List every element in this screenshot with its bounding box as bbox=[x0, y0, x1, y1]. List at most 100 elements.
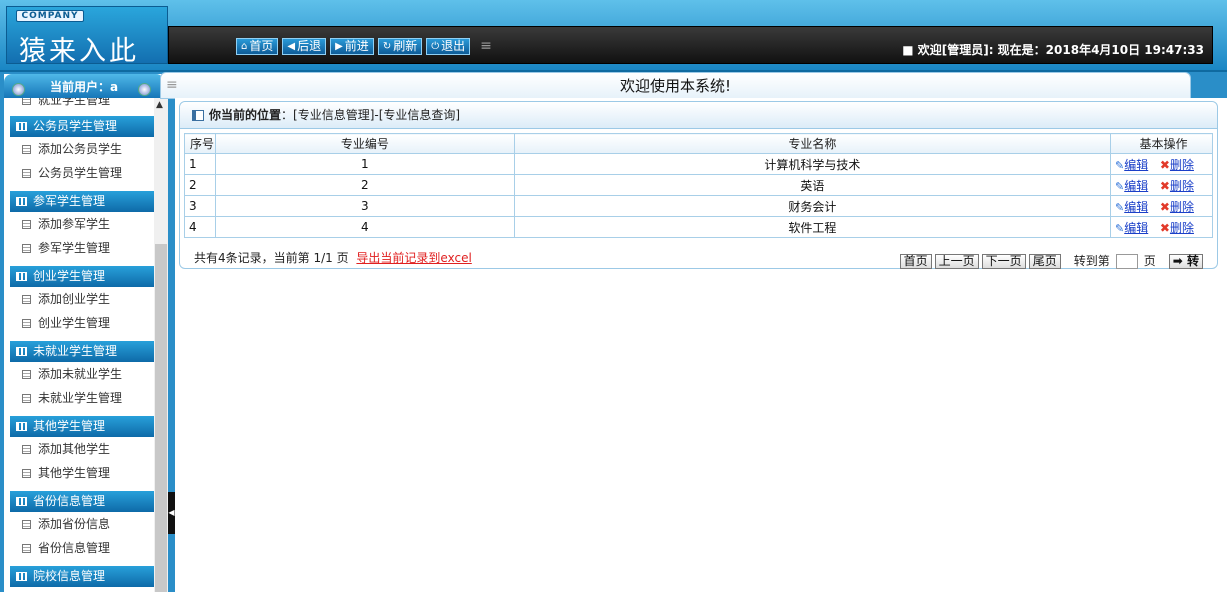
menu-item-label: 公务员学生管理 bbox=[38, 166, 123, 180]
page-icon bbox=[22, 98, 31, 105]
group-icon bbox=[16, 347, 27, 356]
scrollbar-thumb[interactable] bbox=[155, 244, 167, 592]
collapse-sidebar-toggle[interactable]: ◀ bbox=[168, 492, 175, 534]
page-icon bbox=[22, 520, 31, 529]
group-title: 公务员学生管理 bbox=[33, 119, 118, 133]
menu-group-other[interactable]: 其他学生管理 bbox=[10, 416, 156, 437]
delete-x-icon: ✖ bbox=[1159, 220, 1170, 235]
home-button[interactable]: ⌂ 首页 bbox=[236, 38, 279, 55]
cell-code: 1 bbox=[214, 153, 515, 175]
menu-group-unemployed[interactable]: 未就业学生管理 bbox=[10, 341, 156, 362]
prev-page-button[interactable]: 上一页 bbox=[934, 253, 979, 269]
menu-item-add-startup[interactable]: 添加创业学生 bbox=[10, 287, 156, 311]
menu-item-employed-manage[interactable]: 就业学生管理 bbox=[10, 98, 156, 110]
table-row: 1 1 计算机科学与技术 ✎编辑 ✖删除 bbox=[184, 153, 1213, 175]
scroll-up-icon[interactable]: ▲ bbox=[156, 100, 163, 110]
cell-name: 计算机科学与技术 bbox=[513, 153, 1112, 175]
edit-link[interactable]: 编辑 bbox=[1124, 179, 1148, 193]
logout-button[interactable]: ⏻ 退出 bbox=[426, 38, 471, 55]
menu-item-province-manage[interactable]: 省份信息管理 bbox=[10, 536, 156, 560]
col-header-name: 专业名称 bbox=[513, 133, 1112, 154]
goto-page-input[interactable] bbox=[1115, 253, 1138, 269]
menu-group-college[interactable]: 院校信息管理 bbox=[10, 566, 156, 587]
location-icon bbox=[192, 110, 204, 121]
menu-scroll-area[interactable]: 就业学生管理 公务员学生管理 添加公务员学生 公务员学生管理 参军学生管理 添加… bbox=[10, 98, 156, 592]
goto-button-label: 转 bbox=[1186, 253, 1199, 268]
delete-link[interactable]: 删除 bbox=[1170, 200, 1194, 214]
delete-link[interactable]: 删除 bbox=[1170, 179, 1194, 193]
edit-link[interactable]: 编辑 bbox=[1124, 221, 1148, 235]
delete-x-icon: ✖ bbox=[1159, 178, 1170, 193]
menu-item-military-manage[interactable]: 参军学生管理 bbox=[10, 236, 156, 260]
menu-item-add-unemployed[interactable]: 添加未就业学生 bbox=[10, 362, 156, 386]
menu-item-label: 添加未就业学生 bbox=[38, 367, 123, 381]
logout-label: 退出 bbox=[441, 39, 466, 53]
arrow-right-icon: ▶ bbox=[335, 41, 343, 52]
toolbar-grip-icon: ≡ bbox=[480, 38, 492, 54]
first-page-button[interactable]: 首页 bbox=[899, 253, 932, 269]
menu-group-military[interactable]: 参军学生管理 bbox=[10, 191, 156, 212]
group-title: 省份信息管理 bbox=[33, 494, 106, 508]
goto-prefix-label: 转到第 bbox=[1073, 254, 1110, 268]
cell-actions: ✎编辑 ✖删除 bbox=[1110, 195, 1213, 217]
menu-item-civil-servant-manage[interactable]: 公务员学生管理 bbox=[10, 161, 156, 185]
menu-group-province[interactable]: 省份信息管理 bbox=[10, 491, 156, 512]
menu-item-add-other[interactable]: 添加其他学生 bbox=[10, 437, 156, 461]
sidebar-scrollbar[interactable]: ▲ bbox=[154, 98, 168, 592]
menu-item-add-province[interactable]: 添加省份信息 bbox=[10, 512, 156, 536]
left-knob-icon bbox=[12, 83, 25, 96]
export-excel-link[interactable]: 导出当前记录到excel bbox=[356, 251, 471, 265]
menu-item-label: 添加创业学生 bbox=[38, 292, 111, 306]
page-icon bbox=[22, 394, 31, 403]
back-label: 后退 bbox=[297, 39, 322, 53]
cell-name: 英语 bbox=[513, 174, 1112, 196]
col-header-actions: 基本操作 bbox=[1110, 133, 1213, 154]
page-icon bbox=[22, 220, 31, 229]
refresh-button[interactable]: ↻ 刷新 bbox=[377, 38, 423, 55]
cell-name: 财务会计 bbox=[513, 195, 1112, 217]
edit-link[interactable]: 编辑 bbox=[1124, 158, 1148, 172]
table-row: 4 4 软件工程 ✎编辑 ✖删除 bbox=[184, 216, 1213, 238]
forward-button[interactable]: ▶ 前进 bbox=[330, 38, 374, 55]
cell-actions: ✎编辑 ✖删除 bbox=[1110, 174, 1213, 196]
refresh-icon: ↻ bbox=[382, 41, 392, 52]
menu-item-add-military[interactable]: 添加参军学生 bbox=[10, 212, 156, 236]
sidebar: 当前用户：a 就业学生管理 公务员学生管理 添加公务员学生 公务员学生管理 参军… bbox=[4, 74, 168, 592]
group-icon bbox=[16, 422, 27, 431]
breadcrumb: 你当前的位置：[专业信息管理]-[专业信息查询] bbox=[180, 102, 1217, 129]
col-header-index: 序号 bbox=[184, 133, 216, 154]
delete-link[interactable]: 删除 bbox=[1170, 158, 1194, 172]
logo-area: COMPANY 猿来入此 bbox=[6, 6, 168, 67]
cell-actions: ✎编辑 ✖删除 bbox=[1110, 153, 1213, 175]
menu-item-add-civil-servant[interactable]: 添加公务员学生 bbox=[10, 137, 156, 161]
table-header-row: 序号 专业编号 专业名称 基本操作 bbox=[184, 133, 1213, 154]
cell-index: 1 bbox=[184, 153, 216, 175]
next-page-button[interactable]: 下一页 bbox=[981, 253, 1026, 269]
col-header-code: 专业编号 bbox=[214, 133, 515, 154]
top-header: COMPANY 猿来入此 ⌂ 首页 ◀ 后退 ▶ 前进 ↻ 刷新 ⏻ 退出 ≡ ■ 欢迎[… bbox=[0, 0, 1227, 72]
toolbar: ⌂ 首页 ◀ 后退 ▶ 前进 ↻ 刷新 ⏻ 退出 ≡ bbox=[236, 38, 492, 55]
menu-item-unemployed-manage[interactable]: 未就业学生管理 bbox=[10, 386, 156, 410]
page-icon bbox=[22, 370, 31, 379]
last-page-button[interactable]: 尾页 bbox=[1028, 253, 1061, 269]
welcome-banner-text: 欢迎使用本系统! bbox=[619, 77, 731, 95]
cell-index: 3 bbox=[184, 195, 216, 217]
edit-link[interactable]: 编辑 bbox=[1124, 200, 1148, 214]
welcome-banner: ≡ 欢迎使用本系统! bbox=[160, 72, 1191, 99]
cell-index: 4 bbox=[184, 216, 216, 238]
goto-button[interactable]: ➡ 转 bbox=[1168, 253, 1203, 269]
page-icon bbox=[22, 145, 31, 154]
cell-code: 2 bbox=[214, 174, 515, 196]
chevron-left-icon: ◀ bbox=[168, 508, 175, 517]
top-toolbar-bar: ⌂ 首页 ◀ 后退 ▶ 前进 ↻ 刷新 ⏻ 退出 ≡ ■ 欢迎[管理员]: 现在是：201… bbox=[168, 26, 1213, 64]
menu-group-civil-servant[interactable]: 公务员学生管理 bbox=[10, 116, 156, 137]
group-icon bbox=[16, 272, 27, 281]
forward-label: 前进 bbox=[344, 39, 369, 53]
menu-item-startup-manage[interactable]: 创业学生管理 bbox=[10, 311, 156, 335]
arrow-left-icon: ◀ bbox=[287, 41, 296, 52]
cell-index: 2 bbox=[184, 174, 216, 196]
back-button[interactable]: ◀ 后退 bbox=[282, 38, 327, 55]
delete-link[interactable]: 删除 bbox=[1170, 221, 1194, 235]
menu-item-other-manage[interactable]: 其他学生管理 bbox=[10, 461, 156, 485]
menu-group-startup[interactable]: 创业学生管理 bbox=[10, 266, 156, 287]
